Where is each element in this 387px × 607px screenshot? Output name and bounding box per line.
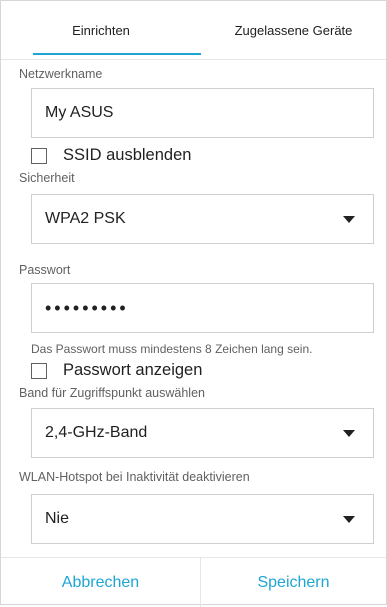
password-field[interactable]: ••••••••• bbox=[31, 283, 374, 333]
password-hint: Das Passwort muss mindestens 8 Zeichen l… bbox=[31, 342, 313, 356]
show-password-checkbox[interactable] bbox=[31, 362, 47, 379]
tab-bar: Einrichten Zugelassene Geräte bbox=[1, 1, 386, 60]
security-dropdown[interactable]: WPA2 PSK bbox=[31, 194, 374, 244]
dialog-footer: Abbrechen Speichern bbox=[1, 557, 386, 607]
network-name-label: Netzwerkname bbox=[19, 67, 103, 81]
password-label: Passwort bbox=[19, 263, 71, 277]
security-label: Sicherheit bbox=[19, 171, 75, 185]
inactivity-value: Nie bbox=[45, 510, 70, 527]
active-tab-indicator bbox=[33, 53, 201, 55]
hide-ssid-checkbox[interactable] bbox=[31, 147, 47, 164]
caret-down-icon bbox=[343, 429, 355, 437]
caret-down-icon bbox=[343, 515, 355, 523]
hide-ssid-checkbox-row[interactable]: SSID ausblenden bbox=[31, 146, 191, 165]
hide-ssid-label: SSID ausblenden bbox=[63, 146, 192, 164]
hotspot-settings-dialog: Einrichten Zugelassene Geräte Netzwerkna… bbox=[0, 0, 387, 607]
password-value: ••••••••• bbox=[45, 297, 129, 318]
band-dropdown[interactable]: 2,4-GHz-Band bbox=[31, 408, 374, 458]
network-name-field[interactable]: My ASUS bbox=[31, 88, 374, 138]
security-value: WPA2 PSK bbox=[45, 210, 126, 227]
tab-einrichten[interactable]: Einrichten bbox=[1, 1, 201, 59]
show-password-label: Passwort anzeigen bbox=[63, 361, 203, 379]
band-value: 2,4-GHz-Band bbox=[45, 424, 148, 441]
caret-down-icon bbox=[343, 215, 355, 223]
band-label: Band für Zugriffspunkt auswählen bbox=[19, 386, 205, 400]
tab-zugelassene-geraete[interactable]: Zugelassene Geräte bbox=[201, 1, 386, 59]
network-name-value: My ASUS bbox=[45, 104, 114, 121]
inactivity-label: WLAN-Hotspot bei Inaktivität deaktiviere… bbox=[19, 470, 250, 484]
save-button[interactable]: Speichern bbox=[201, 558, 386, 607]
inactivity-dropdown[interactable]: Nie bbox=[31, 494, 374, 544]
show-password-checkbox-row[interactable]: Passwort anzeigen bbox=[31, 361, 202, 380]
cancel-button[interactable]: Abbrechen bbox=[1, 558, 201, 607]
